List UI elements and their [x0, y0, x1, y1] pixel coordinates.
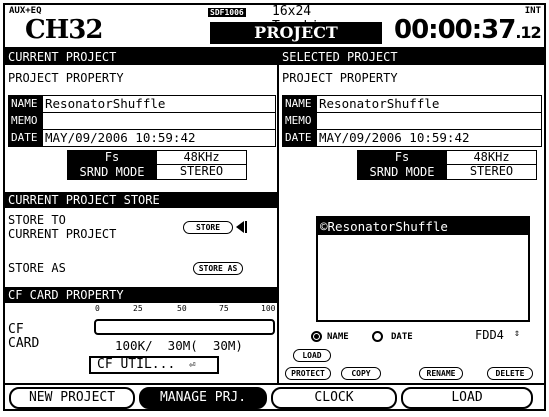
sync-badge: SDF1006 [208, 8, 246, 17]
project-list-item[interactable]: ©ResonatorShuffle [318, 218, 528, 235]
store-button[interactable]: STORE [183, 221, 233, 234]
memo-key: MEMO [283, 113, 317, 129]
load-button[interactable]: LOAD [293, 349, 331, 362]
selected-property-box: NAME ResonatorShuffle MEMO DATE MAY/09/200… [282, 95, 542, 147]
current-date-value: MAY/09/2006 10:59:42 [45, 130, 196, 145]
selected-date-value: MAY/09/2006 10:59:42 [319, 130, 470, 145]
fs-key: Fs [67, 150, 157, 165]
timecode-frames: .12 [515, 23, 541, 42]
selected-srnd-value: STEREO [447, 165, 537, 180]
store-to-label-line2: CURRENT PROJECT [8, 227, 117, 241]
current-format-box: Fs 48KHz SRND MODE STEREO [67, 150, 247, 180]
current-property-box: NAME ResonatorShuffle MEMO DATE MAY/09/200… [8, 95, 276, 147]
date-key: DATE [9, 130, 43, 146]
tab-clock[interactable]: CLOCK [271, 387, 397, 409]
header-bar: AUX+EQ CH32 SDF1006 16x24 Tracking PROJE… [5, 4, 544, 49]
cf-util-label: CF UTIL... [97, 357, 176, 372]
name-key: NAME [9, 96, 43, 112]
srnd-key: SRND MODE [67, 165, 157, 180]
function-tabs: NEW PROJECT MANAGE PRJ. CLOCK LOAD [5, 383, 544, 411]
sort-date-radio[interactable] [372, 331, 383, 342]
copy-button[interactable]: COPY [341, 367, 381, 380]
current-srnd-value: STEREO [157, 165, 247, 180]
return-arrow-icon: ⏎ [189, 358, 196, 371]
cf-util-button[interactable]: CF UTIL... ⏎ [89, 356, 219, 374]
sort-date-label: DATE [391, 332, 413, 342]
project-screen: AUX+EQ CH32 SDF1006 16x24 Tracking PROJE… [3, 3, 546, 411]
current-fs-value: 48KHz [157, 150, 247, 165]
scale-tick-50: 50 [177, 304, 187, 313]
current-property-title: PROJECT PROPERTY [8, 71, 124, 85]
memo-key: MEMO [9, 113, 43, 129]
scale-tick-100: 100 [261, 304, 276, 313]
selected-property-title: PROJECT PROPERTY [282, 71, 398, 85]
delete-button[interactable]: DELETE [487, 367, 533, 380]
channel-label: CH32 [25, 15, 103, 45]
current-name-value: ResonatorShuffle [45, 96, 166, 111]
fdd-label: FDD4 [475, 328, 504, 342]
date-key: DATE [283, 130, 317, 146]
cf-card-usage-meter [94, 319, 275, 335]
timecode-display: 00:00:37.12 [394, 15, 542, 45]
protect-button[interactable]: PROTECT [285, 367, 331, 380]
sort-name-radio[interactable] [311, 331, 322, 342]
cf-card-label: CF CARD [8, 322, 40, 351]
store-as-label: STORE AS [8, 261, 66, 275]
store-as-button[interactable]: STORE AS [193, 262, 243, 275]
timecode-main: 00:00:37 [394, 15, 516, 45]
current-memo-value [43, 113, 275, 129]
cf-card-section-header: CF CARD PROPERTY [5, 287, 277, 303]
selected-name-value: ResonatorShuffle [319, 96, 440, 111]
scale-tick-25: 25 [133, 304, 143, 313]
selected-memo-value [317, 113, 541, 129]
tab-new-project[interactable]: NEW PROJECT [9, 387, 135, 409]
clock-source-label: INT [524, 6, 541, 16]
project-list[interactable]: ©ResonatorShuffle [316, 216, 530, 322]
scale-tick-75: 75 [219, 304, 229, 313]
selected-format-box: Fs 48KHz SRND MODE STEREO [357, 150, 537, 180]
cf-card-capacity: 100K/ 30M( 30M) [115, 338, 243, 353]
sort-name-label: NAME [327, 332, 349, 342]
cf-card-scale: 0 25 50 75 100 [95, 304, 275, 318]
cursor-arrow-icon [236, 221, 247, 233]
fs-key: Fs [357, 150, 447, 165]
current-project-header: CURRENT PROJECT [5, 49, 277, 65]
current-project-panel: CURRENT PROJECT PROJECT PROPERTY NAME Res… [5, 49, 279, 383]
selected-project-header: SELECTED PROJECT [279, 49, 544, 65]
store-to-label-line1: STORE TO [8, 213, 66, 227]
name-key: NAME [283, 96, 317, 112]
up-down-arrow-icon: ⇕ [514, 328, 521, 339]
srnd-key: SRND MODE [357, 165, 447, 180]
rename-button[interactable]: RENAME [419, 367, 463, 380]
selected-project-panel: SELECTED PROJECT PROJECT PROPERTY NAME Re… [279, 49, 544, 383]
tab-manage-project[interactable]: MANAGE PRJ. [139, 387, 267, 409]
tab-load[interactable]: LOAD [401, 387, 533, 409]
header-center: SDF1006 16x24 Tracking PROJECT [208, 4, 382, 45]
scale-tick-0: 0 [95, 304, 100, 313]
screen-mode-title: PROJECT [210, 22, 382, 44]
selected-fs-value: 48KHz [447, 150, 537, 165]
store-section-header: CURRENT PROJECT STORE [5, 192, 277, 208]
